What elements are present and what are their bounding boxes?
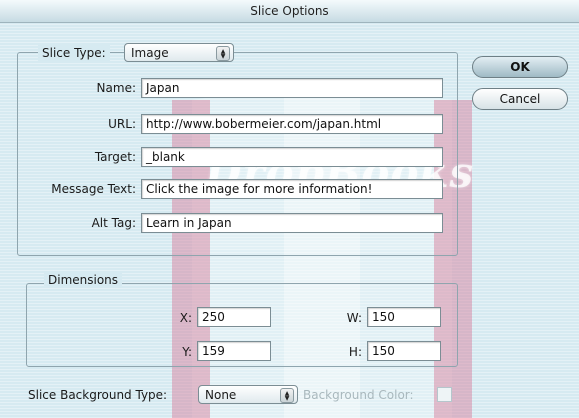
name-label: Name: [96, 81, 136, 95]
title-bar: Slice Options [0, 0, 579, 23]
background-color-swatch[interactable] [437, 387, 452, 402]
w-label: W: [346, 311, 362, 325]
message-text-label: Message Text: [51, 182, 136, 196]
slice-type-legend: Slice Type: [38, 44, 110, 62]
w-field[interactable]: 150 [367, 307, 441, 327]
cancel-button[interactable]: Cancel [472, 88, 568, 110]
x-field[interactable]: 250 [197, 307, 271, 327]
background-color-label: Background Color: [303, 388, 414, 402]
message-text-field[interactable]: Click the image for more information! [141, 179, 443, 199]
y-field[interactable]: 159 [197, 341, 271, 361]
slice-background-type-value: None [205, 387, 237, 402]
url-label: URL: [108, 117, 136, 131]
h-label: H: [348, 345, 362, 359]
slice-background-type-label: Slice Background Type: [28, 388, 168, 402]
target-field[interactable]: _blank [141, 147, 443, 167]
target-label: Target: [94, 150, 136, 164]
x-label: X: [179, 311, 192, 325]
slice-type-value: Image [131, 45, 169, 60]
popup-arrows-icon: ▲ ▼ [216, 46, 230, 61]
ok-button[interactable]: OK [472, 56, 568, 78]
window-title: Slice Options [250, 4, 329, 18]
alt-tag-label: Alt Tag: [91, 216, 136, 230]
h-field[interactable]: 150 [367, 341, 441, 361]
name-field[interactable]: Japan [141, 78, 443, 98]
slice-type-label: Slice Type: [42, 46, 106, 60]
url-field[interactable]: http://www.bobermeier.com/japan.html [141, 114, 443, 134]
dimensions-legend: Dimensions [44, 273, 123, 287]
alt-tag-field[interactable]: Learn in Japan [141, 213, 443, 233]
y-label: Y: [182, 345, 192, 359]
slice-type-popup[interactable]: Image ▲ ▼ [124, 43, 234, 62]
popup-arrows-icon: ▲ ▼ [280, 388, 294, 403]
slice-background-type-popup[interactable]: None ▲ ▼ [198, 385, 298, 404]
